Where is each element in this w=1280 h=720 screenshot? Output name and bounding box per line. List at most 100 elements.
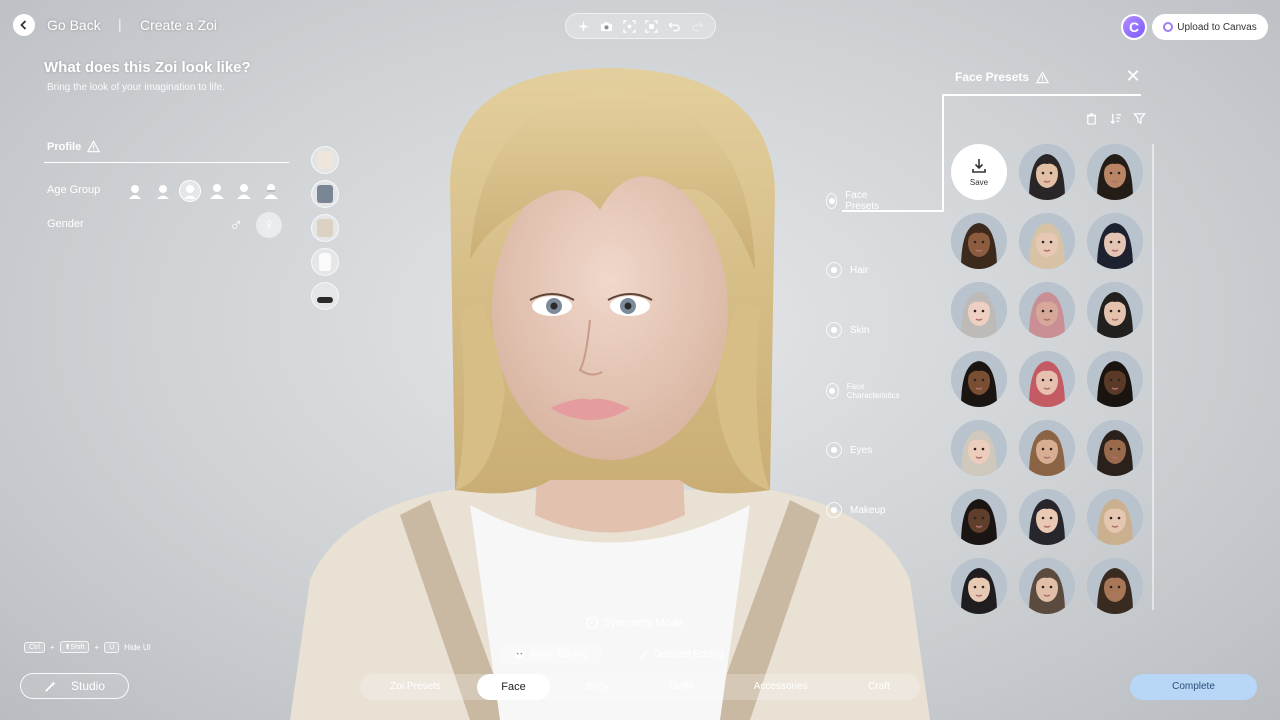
symmetry-label: Symmetry Mode — [603, 617, 684, 629]
sparkle-icon[interactable] — [575, 18, 591, 34]
focus-icon[interactable] — [644, 18, 660, 34]
upload-to-canvas-label: Upload to Canvas — [1177, 21, 1257, 33]
face-preset-thumb[interactable] — [1019, 489, 1075, 545]
category-skin[interactable]: Skin — [826, 322, 869, 338]
face-preset-thumb[interactable] — [1019, 420, 1075, 476]
trash-icon[interactable] — [1083, 110, 1099, 126]
face-portrait-icon — [1087, 282, 1143, 338]
sort-icon[interactable] — [1107, 110, 1123, 126]
face-preset-thumb[interactable] — [1087, 144, 1143, 200]
face-preset-thumb[interactable] — [1019, 144, 1075, 200]
pencil-icon — [639, 651, 648, 660]
profile-tab-label: Profile — [47, 140, 82, 153]
face-preset-thumb[interactable] — [1087, 558, 1143, 614]
go-back-link[interactable]: Go Back — [47, 17, 101, 33]
camera-toolbar — [565, 13, 716, 39]
face-portrait-icon — [1087, 144, 1143, 200]
female-icon[interactable]: ♀ — [256, 212, 282, 238]
radio-icon — [826, 442, 842, 458]
tab-body[interactable]: Body — [562, 674, 633, 700]
age-infant-icon[interactable] — [125, 180, 147, 202]
face-presets-title: Face Presets — [955, 70, 1030, 84]
category-face-characteristics[interactable]: Face Characteristics — [826, 382, 903, 400]
face-preset-thumb[interactable] — [951, 213, 1007, 269]
outfit-outer-thumb[interactable] — [311, 214, 339, 242]
face-icon — [514, 649, 525, 659]
save-label: Save — [969, 177, 989, 187]
breadcrumb-title: Create a Zoi — [140, 17, 218, 33]
face-preset-thumb[interactable] — [1019, 213, 1075, 269]
radio-icon — [826, 322, 842, 338]
filter-icon[interactable] — [1131, 110, 1147, 126]
face-preset-thumb[interactable] — [1087, 489, 1143, 545]
face-preset-thumb[interactable] — [1019, 282, 1075, 338]
outfit-socks-thumb[interactable] — [311, 248, 339, 276]
face-preset-thumb[interactable] — [951, 489, 1007, 545]
face-portrait-icon — [1087, 420, 1143, 476]
age-teen-icon[interactable] — [179, 180, 201, 202]
radio-icon — [826, 262, 842, 278]
undo-icon[interactable] — [667, 18, 683, 34]
tab-accessories[interactable]: Accessories — [730, 674, 832, 700]
face-preset-thumb[interactable] — [1087, 351, 1143, 407]
face-preset-thumb[interactable] — [951, 351, 1007, 407]
frame-icon[interactable] — [621, 18, 637, 34]
complete-button[interactable]: Complete — [1130, 674, 1257, 700]
download-icon — [972, 158, 986, 173]
upload-to-canvas-button[interactable]: Upload to Canvas — [1152, 14, 1268, 40]
tab-outfit[interactable]: Outfit — [645, 674, 717, 700]
redo-icon[interactable] — [690, 18, 706, 34]
face-presets-header: Face Presets — [955, 70, 1050, 84]
face-portrait-icon — [951, 351, 1007, 407]
profile-tab-underline — [44, 162, 289, 163]
face-portrait-icon — [1087, 213, 1143, 269]
symmetry-mode-toggle[interactable]: ✓ Symmetry Mode — [586, 617, 683, 629]
plus-sign: + — [94, 642, 100, 652]
tab-craft[interactable]: Craft — [844, 674, 914, 700]
tab-zoi-presets[interactable]: Zoi Presets — [366, 674, 465, 700]
age-child-icon[interactable] — [152, 180, 174, 202]
outfit-shoes-thumb[interactable] — [311, 282, 339, 310]
face-portrait-icon — [951, 558, 1007, 614]
face-preset-thumb[interactable] — [951, 558, 1007, 614]
tab-face[interactable]: Face — [477, 674, 550, 700]
face-portrait-icon — [951, 489, 1007, 545]
canvas-account-avatar[interactable]: C — [1121, 14, 1147, 40]
face-portrait-icon — [1019, 489, 1075, 545]
male-icon[interactable]: ♂ — [226, 214, 246, 236]
category-tab-bar: Zoi Presets Face Body Outfit Accessories… — [360, 674, 920, 700]
back-button[interactable] — [13, 14, 35, 36]
category-eyes[interactable]: Eyes — [826, 442, 872, 458]
preset-scrollbar[interactable] — [1152, 144, 1154, 610]
basic-editing-button[interactable]: Basic Editing — [500, 643, 602, 665]
category-hair[interactable]: Hair — [826, 262, 868, 278]
save-preset-button[interactable]: Save — [951, 144, 1007, 200]
outfit-top-thumb[interactable] — [311, 146, 339, 174]
age-group-label: Age Group — [47, 184, 101, 196]
face-preset-thumb[interactable] — [1019, 558, 1075, 614]
tab-profile[interactable]: Profile — [47, 140, 101, 153]
outfit-bottom-thumb[interactable] — [311, 180, 339, 208]
detailed-editing-button[interactable]: Detailed Editing — [624, 643, 738, 665]
face-portrait-icon — [951, 282, 1007, 338]
radio-icon — [826, 502, 842, 518]
face-preset-thumb[interactable] — [951, 282, 1007, 338]
category-face-presets[interactable]: Face Presets — [826, 190, 884, 212]
category-makeup[interactable]: Makeup — [826, 502, 886, 518]
camera-icon[interactable] — [598, 18, 614, 34]
key-ctrl: Ctrl — [24, 641, 45, 653]
warning-icon — [1036, 70, 1050, 83]
face-preset-thumb[interactable] — [1087, 213, 1143, 269]
studio-button[interactable]: Studio — [20, 673, 129, 699]
face-preset-thumb[interactable] — [1087, 282, 1143, 338]
face-preset-thumb[interactable] — [1019, 351, 1075, 407]
face-preset-thumb[interactable] — [951, 420, 1007, 476]
age-elder-icon[interactable] — [260, 180, 282, 202]
age-young-adult-icon[interactable] — [206, 180, 228, 202]
plus-sign: + — [49, 642, 55, 652]
age-adult-icon[interactable] — [233, 180, 255, 202]
warning-icon — [87, 140, 101, 153]
face-preset-thumb[interactable] — [1087, 420, 1143, 476]
hide-ui-hint: Ctrl + ⬆Shift + U Hide UI — [24, 641, 151, 653]
close-icon[interactable]: ✕ — [1125, 67, 1141, 85]
